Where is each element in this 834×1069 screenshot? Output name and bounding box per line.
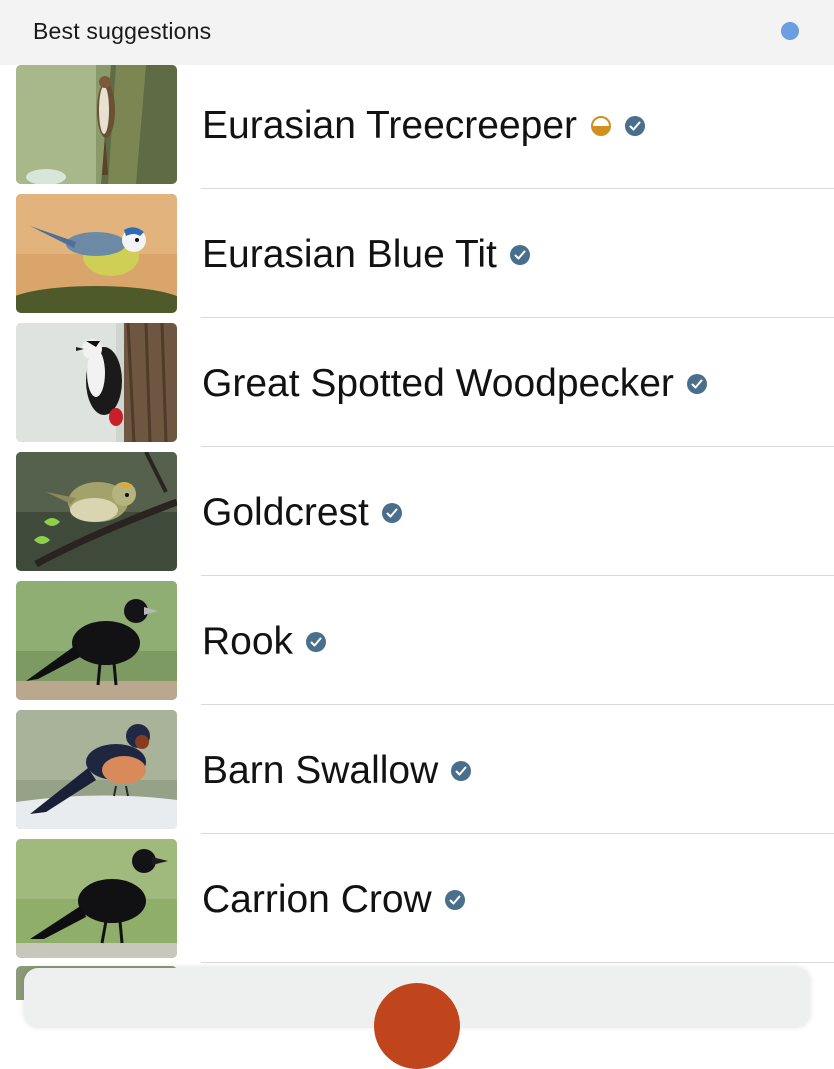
suggestion-name-line: Eurasian Treecreeper <box>202 101 646 151</box>
suggestion-name-line: Great Spotted Woodpecker <box>202 359 708 409</box>
verified-check-icon <box>509 244 531 266</box>
row-divider <box>201 188 834 189</box>
species-name: Barn Swallow <box>202 749 439 792</box>
species-name: Eurasian Blue Tit <box>202 233 497 276</box>
rook-photo <box>16 581 177 700</box>
species-name: Great Spotted Woodpecker <box>202 362 674 405</box>
capture-button[interactable] <box>374 983 460 1069</box>
suggestion-name-line: Rook <box>202 617 327 667</box>
suggestion-list: Eurasian Treecreeper Eurasian Blue Tit G… <box>0 65 834 1000</box>
species-name: Goldcrest <box>202 491 369 534</box>
row-divider <box>201 317 834 318</box>
species-name: Eurasian Treecreeper <box>202 104 578 147</box>
half-circle-icon <box>590 115 612 137</box>
suggestion-row-barn-swallow[interactable]: Barn Swallow <box>0 710 834 839</box>
species-name: Rook <box>202 620 294 663</box>
verified-check-icon <box>686 373 708 395</box>
suggestion-row-rook[interactable]: Rook <box>0 581 834 710</box>
row-divider <box>201 962 834 963</box>
suggestion-row-eurasian-treecreeper[interactable]: Eurasian Treecreeper <box>0 65 834 194</box>
suggestion-row-goldcrest[interactable]: Goldcrest <box>0 452 834 581</box>
status-dot-icon <box>781 22 799 40</box>
woodpecker-photo <box>16 323 177 442</box>
row-divider <box>201 446 834 447</box>
row-divider <box>201 575 834 576</box>
verified-check-icon <box>624 115 646 137</box>
suggestion-row-carrion-crow[interactable]: Carrion Crow <box>0 839 834 968</box>
suggestion-row-great-spotted-woodpecker[interactable]: Great Spotted Woodpecker <box>0 323 834 452</box>
treecreeper-photo <box>16 65 177 184</box>
verified-check-icon <box>444 889 466 911</box>
suggestions-header: Best suggestions <box>0 0 834 65</box>
blue-tit-photo <box>16 194 177 313</box>
suggestion-name-line: Barn Swallow <box>202 746 472 796</box>
species-name: Carrion Crow <box>202 878 432 921</box>
goldcrest-photo <box>16 452 177 571</box>
suggestion-name-line: Carrion Crow <box>202 875 466 925</box>
barn-swallow-photo <box>16 710 177 829</box>
carrion-crow-photo <box>16 839 177 958</box>
header-title: Best suggestions <box>33 18 212 44</box>
suggestion-name-line: Goldcrest <box>202 488 403 538</box>
verified-check-icon <box>305 631 327 653</box>
row-divider <box>201 704 834 705</box>
suggestion-row-eurasian-blue-tit[interactable]: Eurasian Blue Tit <box>0 194 834 323</box>
verified-check-icon <box>381 502 403 524</box>
row-divider <box>201 833 834 834</box>
verified-check-icon <box>450 760 472 782</box>
suggestion-name-line: Eurasian Blue Tit <box>202 230 531 280</box>
